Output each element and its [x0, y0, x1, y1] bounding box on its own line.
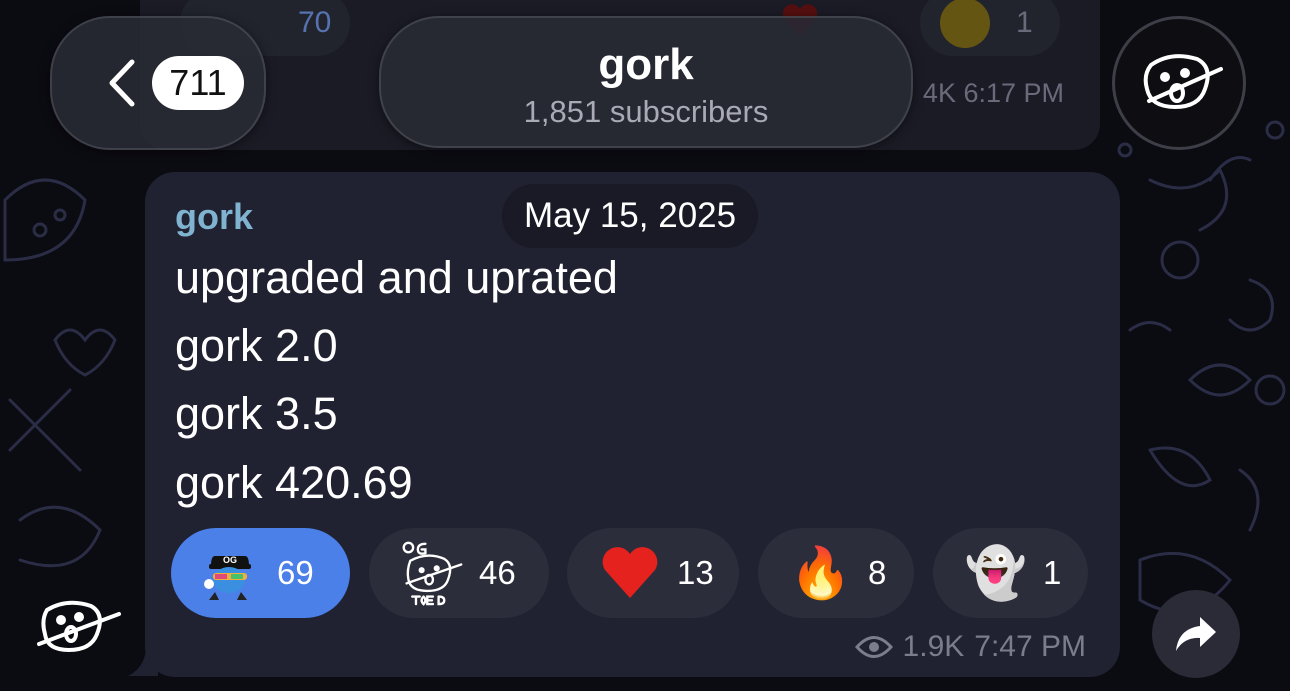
previous-reaction-count: 1: [1016, 6, 1033, 39]
reaction-count: 1: [1043, 554, 1062, 591]
sender-name[interactable]: gork: [175, 196, 253, 238]
reaction-heart[interactable]: 13: [567, 528, 739, 618]
og-sticker-icon: OG: [197, 540, 263, 606]
reaction-fire[interactable]: 🔥 8: [758, 528, 914, 618]
message-time: 7:47 PM: [974, 630, 1086, 663]
channel-avatar[interactable]: [1112, 16, 1246, 150]
back-button[interactable]: 711: [50, 16, 266, 150]
date-chip: May 15, 2025: [502, 184, 759, 248]
share-arrow-icon: [1176, 617, 1216, 651]
chevron-left-icon: [109, 59, 135, 107]
message-date: May 15, 2025: [524, 196, 737, 235]
og-toed-sticker-icon: [399, 540, 465, 606]
red-heart-icon: [597, 540, 663, 606]
message-line: gork 420.69: [175, 457, 413, 508]
unread-count-badge: 711: [152, 56, 244, 110]
message-line: gork 3.5: [175, 388, 338, 439]
message-line: gork 2.0: [175, 320, 338, 371]
reaction-og-sticker[interactable]: OG 69: [171, 528, 350, 618]
ghost-icon: 👻: [964, 544, 1028, 601]
share-button[interactable]: [1152, 590, 1240, 678]
subscriber-count: 1,851 subscribers: [523, 94, 769, 129]
previous-reaction-count: 70: [298, 6, 332, 39]
reaction-ghost[interactable]: 👻 1: [933, 528, 1088, 618]
message-bubble[interactable]: gork May 15, 2025 upgraded and uprated g…: [145, 172, 1120, 677]
previous-reaction-pill: 1: [920, 0, 1060, 56]
message-line: upgraded and uprated: [175, 252, 618, 303]
view-count: 1.9K: [902, 630, 965, 663]
reaction-count: 13: [677, 554, 714, 591]
reaction-count: 46: [479, 554, 516, 591]
gork-face-icon: [1143, 54, 1223, 110]
message-meta: 1.9K 7:47 PM: [854, 630, 1086, 664]
fire-icon: 🔥: [789, 544, 853, 601]
svg-text:OG: OG: [223, 555, 237, 565]
reaction-count: 8: [868, 554, 887, 591]
emoji-face-icon: [940, 0, 990, 48]
sender-avatar[interactable]: [33, 592, 123, 662]
previous-message-meta: 4K 6:17 PM: [922, 78, 1064, 108]
eye-icon: [854, 636, 893, 658]
reaction-count: 69: [277, 554, 314, 591]
reaction-og-toed-sticker[interactable]: 46: [369, 528, 549, 618]
channel-title-button[interactable]: gork 1,851 subscribers: [379, 16, 913, 148]
channel-title: gork: [598, 40, 694, 89]
